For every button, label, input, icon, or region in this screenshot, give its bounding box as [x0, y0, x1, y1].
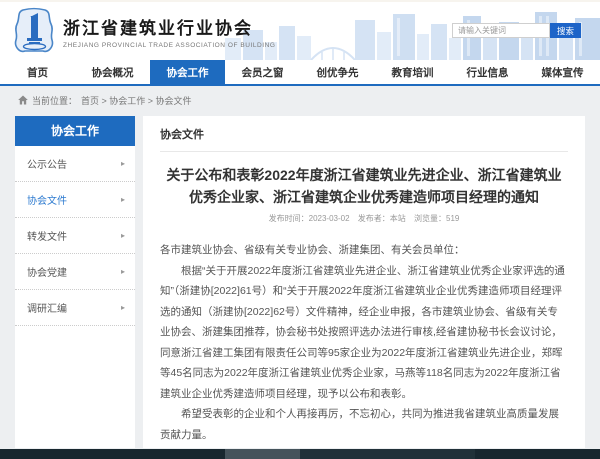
- search-button[interactable]: 搜索: [550, 23, 581, 38]
- sidebar-item-party-building[interactable]: 协会党建 ▸: [15, 254, 135, 290]
- nav-item-members[interactable]: 会员之窗: [225, 60, 300, 84]
- nav-item-about[interactable]: 协会概况: [75, 60, 150, 84]
- association-logo-icon: [12, 7, 56, 55]
- chevron-right-icon: ▸: [121, 231, 125, 240]
- logo[interactable]: 浙江省建筑业行业协会 ZHEJIANG PROVINCIAL TRADE ASS…: [12, 7, 275, 55]
- footer-segment: [300, 449, 475, 459]
- nav-item-industry-info[interactable]: 行业信息: [450, 60, 525, 84]
- home-icon: [18, 95, 28, 105]
- paragraph: 根据“关于开展2022年度浙江省建筑业先进企业、浙江省建筑业优秀企业家评选的通知…: [160, 261, 568, 404]
- nav-item-media[interactable]: 媒体宣传: [525, 60, 600, 84]
- article-meta: 发布时间：2023-03-02 发布者：本站 浏览量：519: [160, 213, 568, 224]
- publisher: 发布者：本站: [358, 214, 406, 223]
- page-footer: [0, 449, 600, 459]
- sidebar-item-forwarded-documents[interactable]: 转发文件 ▸: [15, 218, 135, 254]
- paragraph: 希望受表彰的企业和个人再接再厉，不忘初心，共同为推进我省建筑业高质量发展贡献力量…: [160, 404, 568, 445]
- breadcrumb: 当前位置： 首页 > 协会工作 > 协会文件: [0, 89, 600, 111]
- article-body: 各市建筑业协会、省级有关专业协会、浙建集团、有关会员单位： 根据“关于开展202…: [160, 240, 568, 448]
- main-nav: 首页 协会概况 协会工作 会员之窗 创优争先 教育培训 行业信息 媒体宣传: [0, 60, 600, 86]
- sidebar-title: 协会工作: [15, 116, 135, 146]
- sidebar-item-announcements[interactable]: 公示公告 ▸: [15, 146, 135, 182]
- article-panel: 协会文件 关于公布和表彰2022年度浙江省建筑业先进企业、浙江省建筑业优秀企业家…: [143, 116, 585, 448]
- section-title: 协会文件: [160, 116, 568, 152]
- nav-item-excellence[interactable]: 创优争先: [300, 60, 375, 84]
- article-title: 关于公布和表彰2022年度浙江省建筑业先进企业、浙江省建筑业优秀企业家、浙江省建…: [164, 165, 564, 208]
- publish-time: 发布时间：2023-03-02: [269, 214, 350, 223]
- site-subtitle: ZHEJIANG PROVINCIAL TRADE ASSOCIATION OF…: [63, 42, 275, 49]
- footer-segment: [225, 449, 300, 459]
- nav-item-training[interactable]: 教育培训: [375, 60, 450, 84]
- chevron-right-icon: ▸: [121, 159, 125, 168]
- chevron-right-icon: ▸: [121, 195, 125, 204]
- search-input[interactable]: [452, 23, 550, 38]
- site-title: 浙江省建筑业行业协会: [63, 14, 275, 39]
- sidebar-item-research-compilation[interactable]: 调研汇编 ▸: [15, 290, 135, 326]
- nav-item-home[interactable]: 首页: [0, 60, 75, 84]
- sidebar-item-association-documents[interactable]: 协会文件 ▸: [15, 182, 135, 218]
- site-header: 浙江省建筑业行业协会 ZHEJIANG PROVINCIAL TRADE ASS…: [0, 0, 600, 60]
- sidebar: 协会工作 公示公告 ▸ 协会文件 ▸ 转发文件 ▸ 协会党建 ▸ 调研汇编 ▸: [15, 116, 135, 448]
- breadcrumb-path[interactable]: 首页 > 协会工作 > 协会文件: [81, 94, 192, 107]
- salutation: 各市建筑业协会、省级有关专业协会、浙建集团、有关会员单位：: [160, 240, 568, 260]
- chevron-right-icon: ▸: [121, 267, 125, 276]
- breadcrumb-prefix: 当前位置：: [32, 94, 77, 107]
- search-bar: 搜索: [452, 23, 581, 38]
- chevron-right-icon: ▸: [121, 303, 125, 312]
- view-count: 浏览量：519: [414, 214, 459, 223]
- nav-item-association-work[interactable]: 协会工作: [150, 60, 225, 84]
